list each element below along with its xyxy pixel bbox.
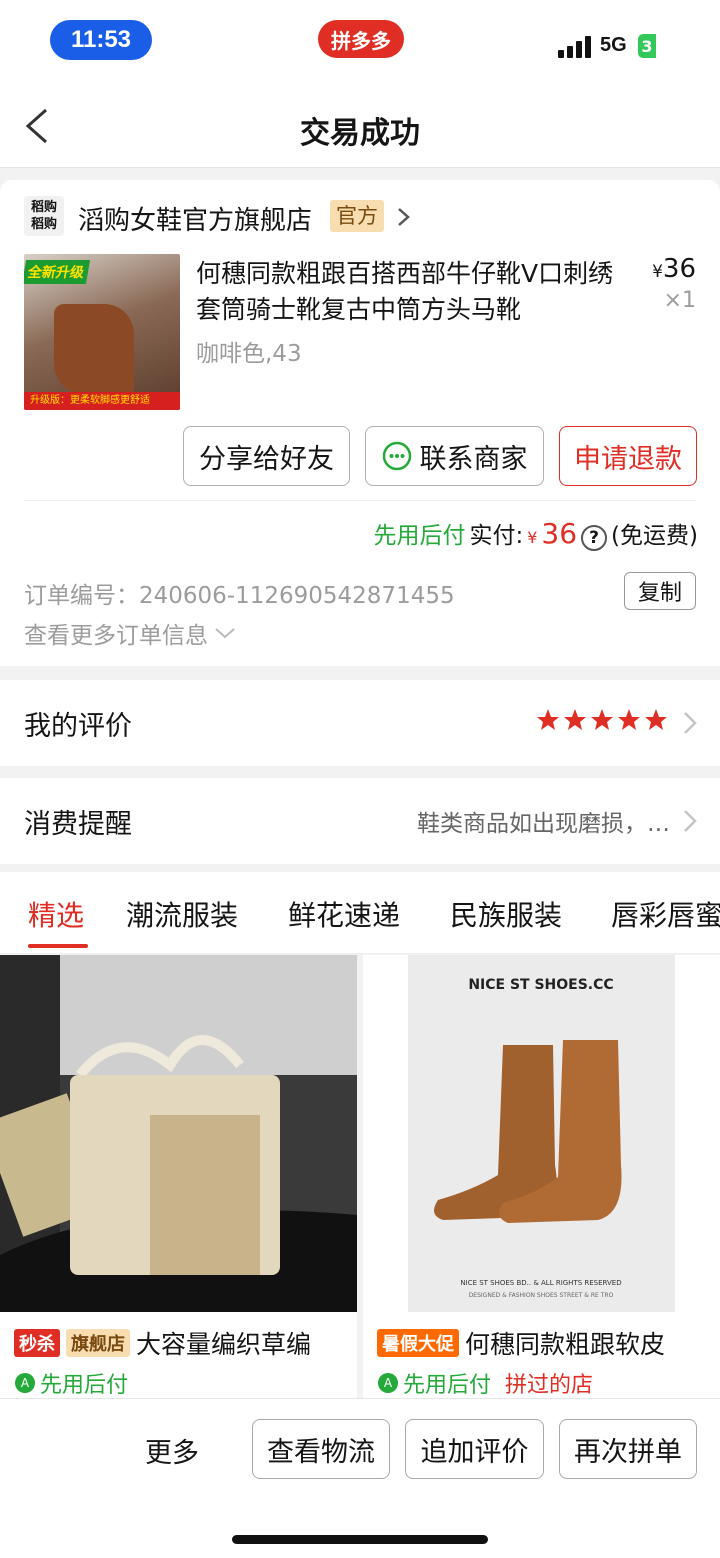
price-value: 36 — [662, 254, 696, 284]
status-bar: 11:53 拼多多 5G 3 — [0, 0, 720, 84]
add-review-button[interactable]: 追加评价 — [405, 1419, 544, 1479]
reminder-label: 消费提醒 — [24, 809, 132, 840]
my-review-label: 我的评价 — [24, 711, 132, 742]
pay-later-label: 先用后付 — [373, 523, 466, 549]
svg-text:A: A — [21, 1376, 30, 1390]
more-order-info-label: 查看更多订单信息 — [24, 623, 208, 649]
svg-text:A: A — [384, 1376, 393, 1390]
pay-later-tag: 先用后付 — [403, 1373, 492, 1398]
reminder-text: 鞋类商品如出现磨损，… — [417, 811, 670, 837]
thumb-strip: 升级版：更柔软脚感更舒适 — [24, 392, 180, 410]
boot-image — [54, 304, 134, 394]
image-brand-text: NICE ST SHOES.CC — [468, 977, 613, 993]
item-title: 大容量编织草编 — [136, 1330, 312, 1359]
more-order-info[interactable]: 查看更多订单信息 — [24, 616, 236, 650]
reorder-button[interactable]: 再次拼单 — [559, 1419, 697, 1479]
star-icon — [618, 709, 640, 730]
contact-seller-button[interactable]: 联系商家 — [365, 426, 544, 486]
item-tags: A 先用后付 拼过的店 — [377, 1367, 593, 1398]
active-tab-indicator — [28, 944, 88, 948]
network-type: 5G — [600, 34, 627, 56]
home-indicator[interactable] — [232, 1535, 488, 1544]
recommend-item[interactable]: 秒杀 旗舰店 大容量编织草编 A 先用后付 — [0, 955, 357, 1398]
official-badge: 官方 — [330, 200, 384, 232]
chevron-right-icon — [684, 712, 697, 734]
pay-later-tag: 先用后付 — [40, 1373, 129, 1398]
paid-amount: 36 — [541, 517, 578, 550]
star-icon — [591, 709, 613, 730]
flash-sale-badge: 秒杀 — [14, 1329, 60, 1357]
tab-ethnic[interactable]: 民族服装 — [450, 894, 562, 934]
product-variant: 咖啡色,43 — [196, 341, 302, 367]
product-image — [0, 955, 357, 1312]
more-button[interactable]: 更多 — [145, 1431, 199, 1470]
order-number: 订单编号：240606-112690542871455 — [24, 583, 455, 609]
summer-sale-badge: 暑假大促 — [377, 1329, 459, 1357]
tab-flowers[interactable]: 鲜花速递 — [288, 894, 400, 934]
consumer-reminder-row[interactable]: 消费提醒 鞋类商品如出现磨损，… — [0, 778, 720, 864]
badge-icon: A — [15, 1373, 35, 1393]
chevron-right-icon[interactable] — [396, 206, 412, 228]
paid-label: 实付: — [469, 523, 524, 549]
signal-icon — [558, 36, 591, 58]
refund-button[interactable]: 申请退款 — [559, 426, 697, 486]
currency-symbol: ¥ — [652, 262, 663, 282]
visited-store-tag: 拼过的店 — [505, 1373, 594, 1398]
product-title[interactable]: 何穗同款粗跟百搭西部牛仔靴V口刺绣套筒骑士靴复古中筒方头马靴 — [196, 256, 626, 328]
tab-featured[interactable]: 精选 — [28, 894, 84, 934]
my-review-row[interactable]: 我的评价 — [0, 680, 720, 766]
image-footer-text: NICE ST SHOES BD.. & ALL RIGHTS RESERVED — [460, 1279, 621, 1287]
product-quantity: ×1 — [663, 288, 696, 313]
bottom-action-bar: 更多 查看物流 追加评价 再次拼单 — [0, 1398, 720, 1558]
item-caption: 暑假大促 何穗同款粗跟软皮 — [377, 1325, 665, 1361]
store-logo[interactable]: 稻购 稻购 — [24, 196, 64, 236]
page-title: 交易成功 — [300, 116, 420, 151]
share-button[interactable]: 分享给好友 — [183, 426, 350, 486]
item-caption: 秒杀 旗舰店 大容量编织草编 — [14, 1325, 311, 1361]
app-indicator: 拼多多 — [318, 20, 404, 58]
item-tags: A 先用后付 — [14, 1367, 128, 1398]
thumb-tag: 全新升级 — [24, 260, 91, 284]
image-footer-subtext: DESIGNED & FASHION SHOES STREET & RE TRO — [469, 1292, 614, 1299]
star-icon — [564, 709, 586, 730]
chat-icon — [382, 441, 411, 471]
divider — [24, 500, 696, 501]
status-time: 11:53 — [50, 20, 152, 60]
view-logistics-button[interactable]: 查看物流 — [252, 1419, 390, 1479]
order-card: 稻购 稻购 滔购女鞋官方旗舰店 官方 全新升级 升级版：更柔软脚感更舒适 何穗同款… — [0, 180, 720, 666]
contact-seller-label: 联系商家 — [419, 443, 528, 475]
nav-bar: 交易成功 — [0, 84, 720, 168]
store-name[interactable]: 滔购女鞋官方旗舰店 — [78, 200, 312, 237]
flagship-badge: 旗舰店 — [66, 1329, 130, 1357]
help-icon[interactable]: ? — [581, 525, 608, 551]
star-icon — [645, 709, 667, 730]
badge-icon: A — [378, 1373, 398, 1393]
recommend-item[interactable]: NICE ST SHOES.CC NICE ST SHOES BD.. & AL… — [363, 955, 720, 1398]
tab-lipstick[interactable]: 唇彩唇蜜 — [611, 894, 720, 934]
tab-fashion[interactable]: 潮流服装 — [126, 894, 238, 934]
chevron-down-icon — [215, 628, 235, 639]
paid-currency: ¥ — [527, 528, 538, 547]
shipping-note: (免运费) — [611, 523, 698, 549]
rating-stars — [536, 708, 668, 732]
chevron-right-icon — [684, 810, 697, 832]
battery-icon: 3 — [638, 34, 656, 58]
category-tabs: 精选 潮流服装 鲜花速递 民族服装 唇彩唇蜜 — [0, 872, 720, 954]
payment-summary: 先用后付 实付: ¥ 36 ? (免运费) — [373, 516, 698, 551]
star-icon — [537, 709, 559, 730]
item-title: 何穗同款粗跟软皮 — [465, 1330, 666, 1359]
product-price: ¥36 — [652, 254, 696, 284]
product-image: NICE ST SHOES.CC NICE ST SHOES BD.. & AL… — [363, 955, 720, 1312]
product-thumbnail[interactable]: 全新升级 升级版：更柔软脚感更舒适 — [24, 254, 180, 410]
copy-button[interactable]: 复制 — [624, 572, 696, 610]
